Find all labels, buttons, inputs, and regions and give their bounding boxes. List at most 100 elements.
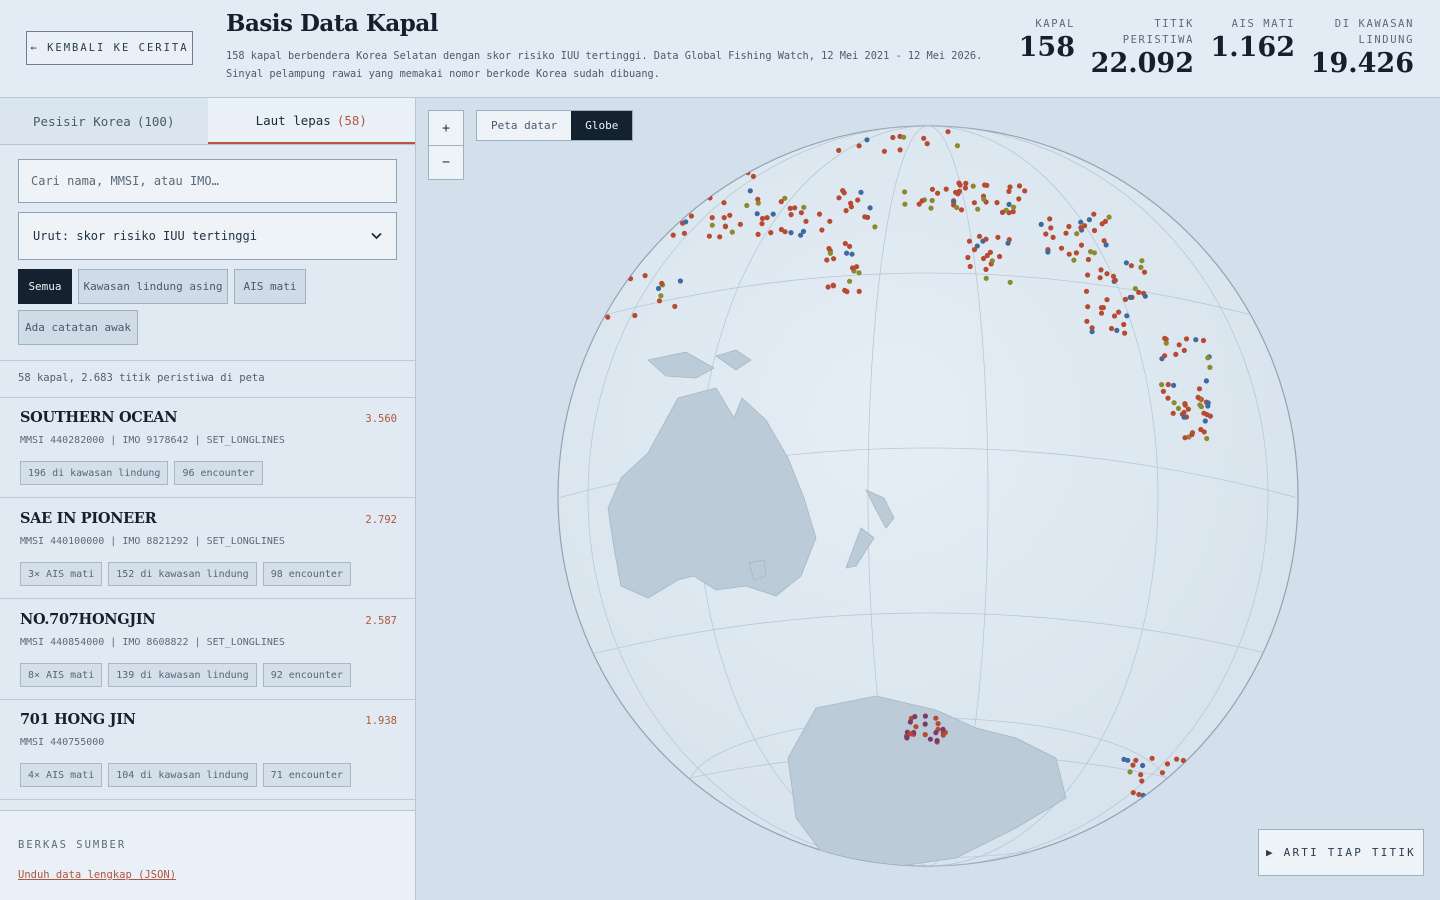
- stat-protected-area: DI KAWASAN LINDUNG 19.426: [1310, 18, 1414, 79]
- event-point: [727, 131, 733, 138]
- event-point: [1097, 275, 1103, 281]
- event-point: [856, 114, 861, 119]
- event-point: [927, 736, 933, 742]
- event-point: [647, 133, 653, 139]
- event-point: [1043, 231, 1049, 237]
- event-point: [756, 137, 762, 144]
- event-point: [1123, 260, 1129, 266]
- event-point: [962, 185, 969, 191]
- event-point: [841, 190, 847, 196]
- event-point: [981, 196, 987, 202]
- event-point: [778, 199, 784, 205]
- event-point: [688, 213, 694, 219]
- zoom-out-button[interactable]: −: [429, 145, 463, 179]
- event-point: [1189, 431, 1195, 438]
- event-point: [1038, 221, 1044, 227]
- event-point: [1205, 355, 1211, 361]
- event-point: [1170, 410, 1176, 416]
- event-point: [647, 168, 653, 175]
- vessel-item-701-hong-jin[interactable]: 701 HONG JIN 1.938 MMSI 440755000 4× AIS…: [0, 700, 415, 800]
- event-point: [1110, 273, 1117, 279]
- map-panel[interactable]: + − Peta datar Globe ▶ ARTI TIAP TITIK: [416, 98, 1440, 900]
- event-point: [778, 148, 784, 154]
- event-point: [1045, 249, 1051, 255]
- event-point: [646, 232, 652, 238]
- event-point: [971, 200, 978, 206]
- event-point: [694, 168, 700, 174]
- tab-high-seas[interactable]: Laut lepas (58): [207, 98, 415, 144]
- vessel-item-southern-ocean[interactable]: SOUTHERN OCEAN 3.560 MMSI 440282000 | IM…: [0, 398, 415, 498]
- event-point: [1091, 211, 1097, 217]
- event-point: [1185, 762, 1191, 768]
- event-point: [1125, 757, 1131, 763]
- header: ← KEMBALI KE CERITA Basis Data Kapal 158…: [0, 0, 1440, 98]
- event-point: [680, 206, 686, 212]
- event-point: [681, 172, 688, 178]
- event-point: [774, 131, 780, 137]
- vessel-search-input[interactable]: [18, 159, 397, 203]
- event-point: [1005, 240, 1011, 246]
- event-point: [922, 713, 928, 719]
- event-point: [856, 270, 862, 276]
- event-point: [601, 145, 607, 151]
- event-point: [920, 119, 925, 124]
- event-point: [1141, 269, 1148, 275]
- filter-foreign-protected-area[interactable]: Kawasan lindung asing: [78, 269, 228, 304]
- event-point: [788, 212, 794, 218]
- event-point: [1011, 204, 1017, 210]
- event-point: [825, 284, 831, 290]
- event-point: [1122, 330, 1128, 336]
- event-point: [983, 275, 989, 281]
- vessel-tag: 92 encounter: [262, 663, 351, 687]
- legend-toggle-button[interactable]: ▶ ARTI TIAP TITIK: [1258, 829, 1424, 876]
- event-point: [1169, 779, 1175, 785]
- sort-select[interactable]: Urut: skor risiko IUU tertinggi: [18, 212, 397, 260]
- tab-korea-coast[interactable]: Pesisir Korea (100): [0, 98, 208, 144]
- vessel-item-no707hongjin[interactable]: NO.707HONGJIN 2.587 MMSI 440854000 | IMO…: [0, 600, 415, 700]
- event-point: [842, 240, 848, 247]
- download-json-link[interactable]: Unduh data lengkap (JSON): [18, 869, 176, 881]
- filter-crew-notes[interactable]: Ada catatan awak: [18, 310, 138, 345]
- list-summary: 58 kapal, 2.683 titik peristiwa di peta: [18, 372, 265, 384]
- event-point: [1124, 313, 1130, 319]
- event-point: [1071, 257, 1077, 263]
- event-point: [1175, 405, 1182, 411]
- event-point: [721, 215, 727, 221]
- projection-flat-button[interactable]: Peta datar: [477, 111, 572, 140]
- event-point: [755, 231, 761, 237]
- event-point: [644, 236, 650, 243]
- event-point: [827, 218, 833, 224]
- event-point: [970, 183, 976, 189]
- event-point: [758, 119, 763, 124]
- globe-map[interactable]: [416, 98, 1440, 900]
- event-point: [659, 280, 665, 286]
- event-point: [819, 227, 825, 233]
- event-point: [1136, 791, 1142, 798]
- event-point: [759, 221, 765, 227]
- event-point: [836, 195, 842, 201]
- event-point: [1098, 310, 1105, 316]
- event-point: [1140, 762, 1146, 769]
- event-point: [1020, 126, 1026, 130]
- event-point: [1056, 118, 1061, 123]
- filter-ais-off[interactable]: AIS mati: [234, 269, 306, 304]
- zoom-in-button[interactable]: +: [429, 111, 463, 145]
- event-point: [1058, 245, 1065, 251]
- event-point: [737, 221, 743, 227]
- projection-globe-button[interactable]: Globe: [571, 111, 633, 140]
- filter-all[interactable]: Semua: [18, 269, 72, 304]
- event-point: [757, 117, 762, 122]
- event-point: [754, 211, 760, 217]
- event-point: [867, 205, 873, 211]
- event-point: [603, 280, 609, 286]
- vessel-item-sae-in-pioneer[interactable]: SAE IN PIONEER 2.792 MMSI 440100000 | IM…: [0, 499, 415, 599]
- event-point: [1107, 126, 1113, 131]
- event-point: [1088, 249, 1094, 255]
- page-description: 158 kapal berbendera Korea Selatan denga…: [226, 50, 983, 80]
- event-point: [1101, 132, 1107, 138]
- back-to-story-button[interactable]: ← KEMBALI KE CERITA: [26, 31, 193, 65]
- event-point: [1171, 400, 1177, 406]
- event-point: [823, 132, 829, 138]
- event-point: [1142, 293, 1148, 299]
- event-point: [1138, 264, 1144, 270]
